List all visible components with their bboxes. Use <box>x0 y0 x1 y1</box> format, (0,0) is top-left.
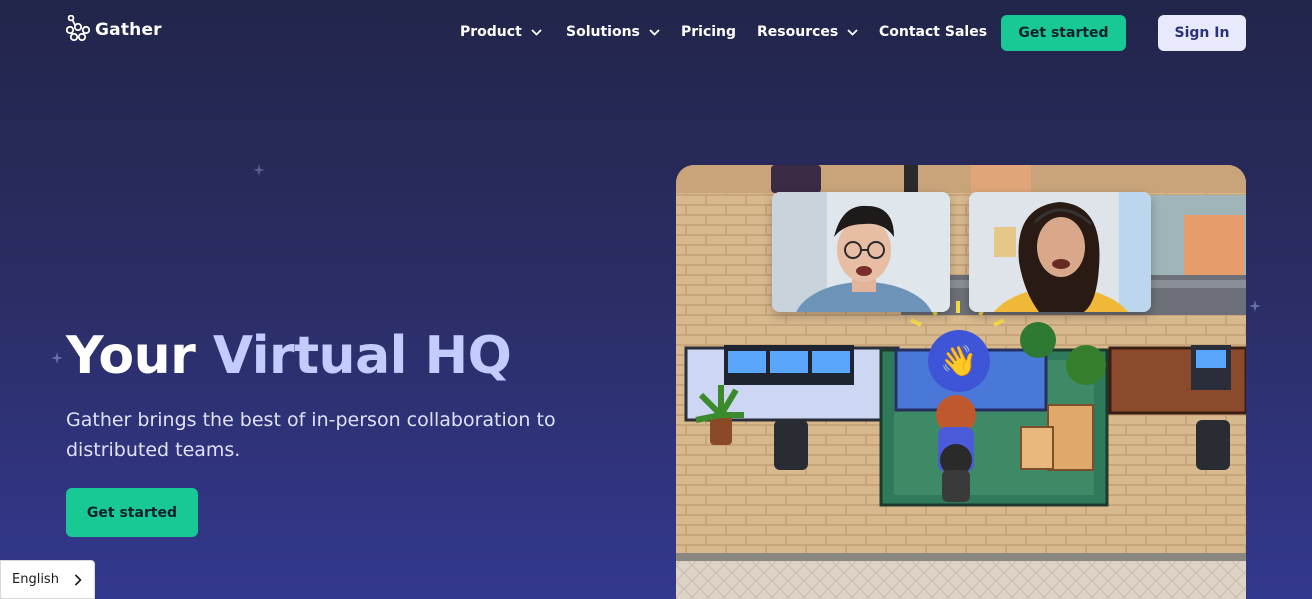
participant-video-man <box>772 192 950 312</box>
headline-part-1: Your <box>66 326 196 386</box>
hero-headline: Your Virtual HQ <box>66 322 512 390</box>
nav-item-contact-sales[interactable]: Contact Sales <box>879 24 987 40</box>
nav-item-solutions[interactable]: Solutions <box>566 24 660 40</box>
video-tile-man <box>772 192 950 312</box>
sign-in-button[interactable]: Sign In <box>1158 15 1246 51</box>
participant-video-woman <box>969 192 1151 312</box>
nav-item-label: Product <box>460 24 522 40</box>
hero-illustration: 👋 <box>676 165 1246 599</box>
language-label: English <box>12 572 59 587</box>
brand-logo[interactable]: Gather <box>66 15 162 45</box>
nav-item-label: Resources <box>757 24 839 40</box>
nav-item-label: Solutions <box>566 24 640 40</box>
brand-name: Gather <box>95 20 162 40</box>
sparkle-icon <box>51 352 63 364</box>
hero-get-started-button[interactable]: Get started <box>66 488 198 537</box>
waving-hand-icon: 👋 <box>928 330 990 392</box>
nav-item-label: Pricing <box>681 24 737 40</box>
get-started-button[interactable]: Get started <box>1001 15 1126 51</box>
language-selector[interactable]: English <box>0 560 95 599</box>
chevron-down-icon <box>649 28 660 36</box>
video-tile-woman <box>969 192 1151 312</box>
nav-item-pricing[interactable]: Pricing <box>681 24 736 40</box>
chevron-down-icon <box>531 28 542 36</box>
headline-part-2: Virtual HQ <box>212 326 512 386</box>
chevron-right-icon <box>74 573 82 586</box>
sparkle-icon <box>1249 300 1261 312</box>
nav-item-label: Contact Sales <box>879 24 988 40</box>
hero-subtitle: Gather brings the best of in-person coll… <box>66 409 556 461</box>
nav-item-product[interactable]: Product <box>460 24 542 40</box>
sparkle-icon <box>253 164 265 176</box>
top-navigation: Gather Product Solutions Pricing Resourc… <box>0 0 1312 66</box>
gather-logo-icon <box>66 15 90 42</box>
chevron-down-icon <box>847 28 858 36</box>
nav-item-resources[interactable]: Resources <box>757 24 858 40</box>
